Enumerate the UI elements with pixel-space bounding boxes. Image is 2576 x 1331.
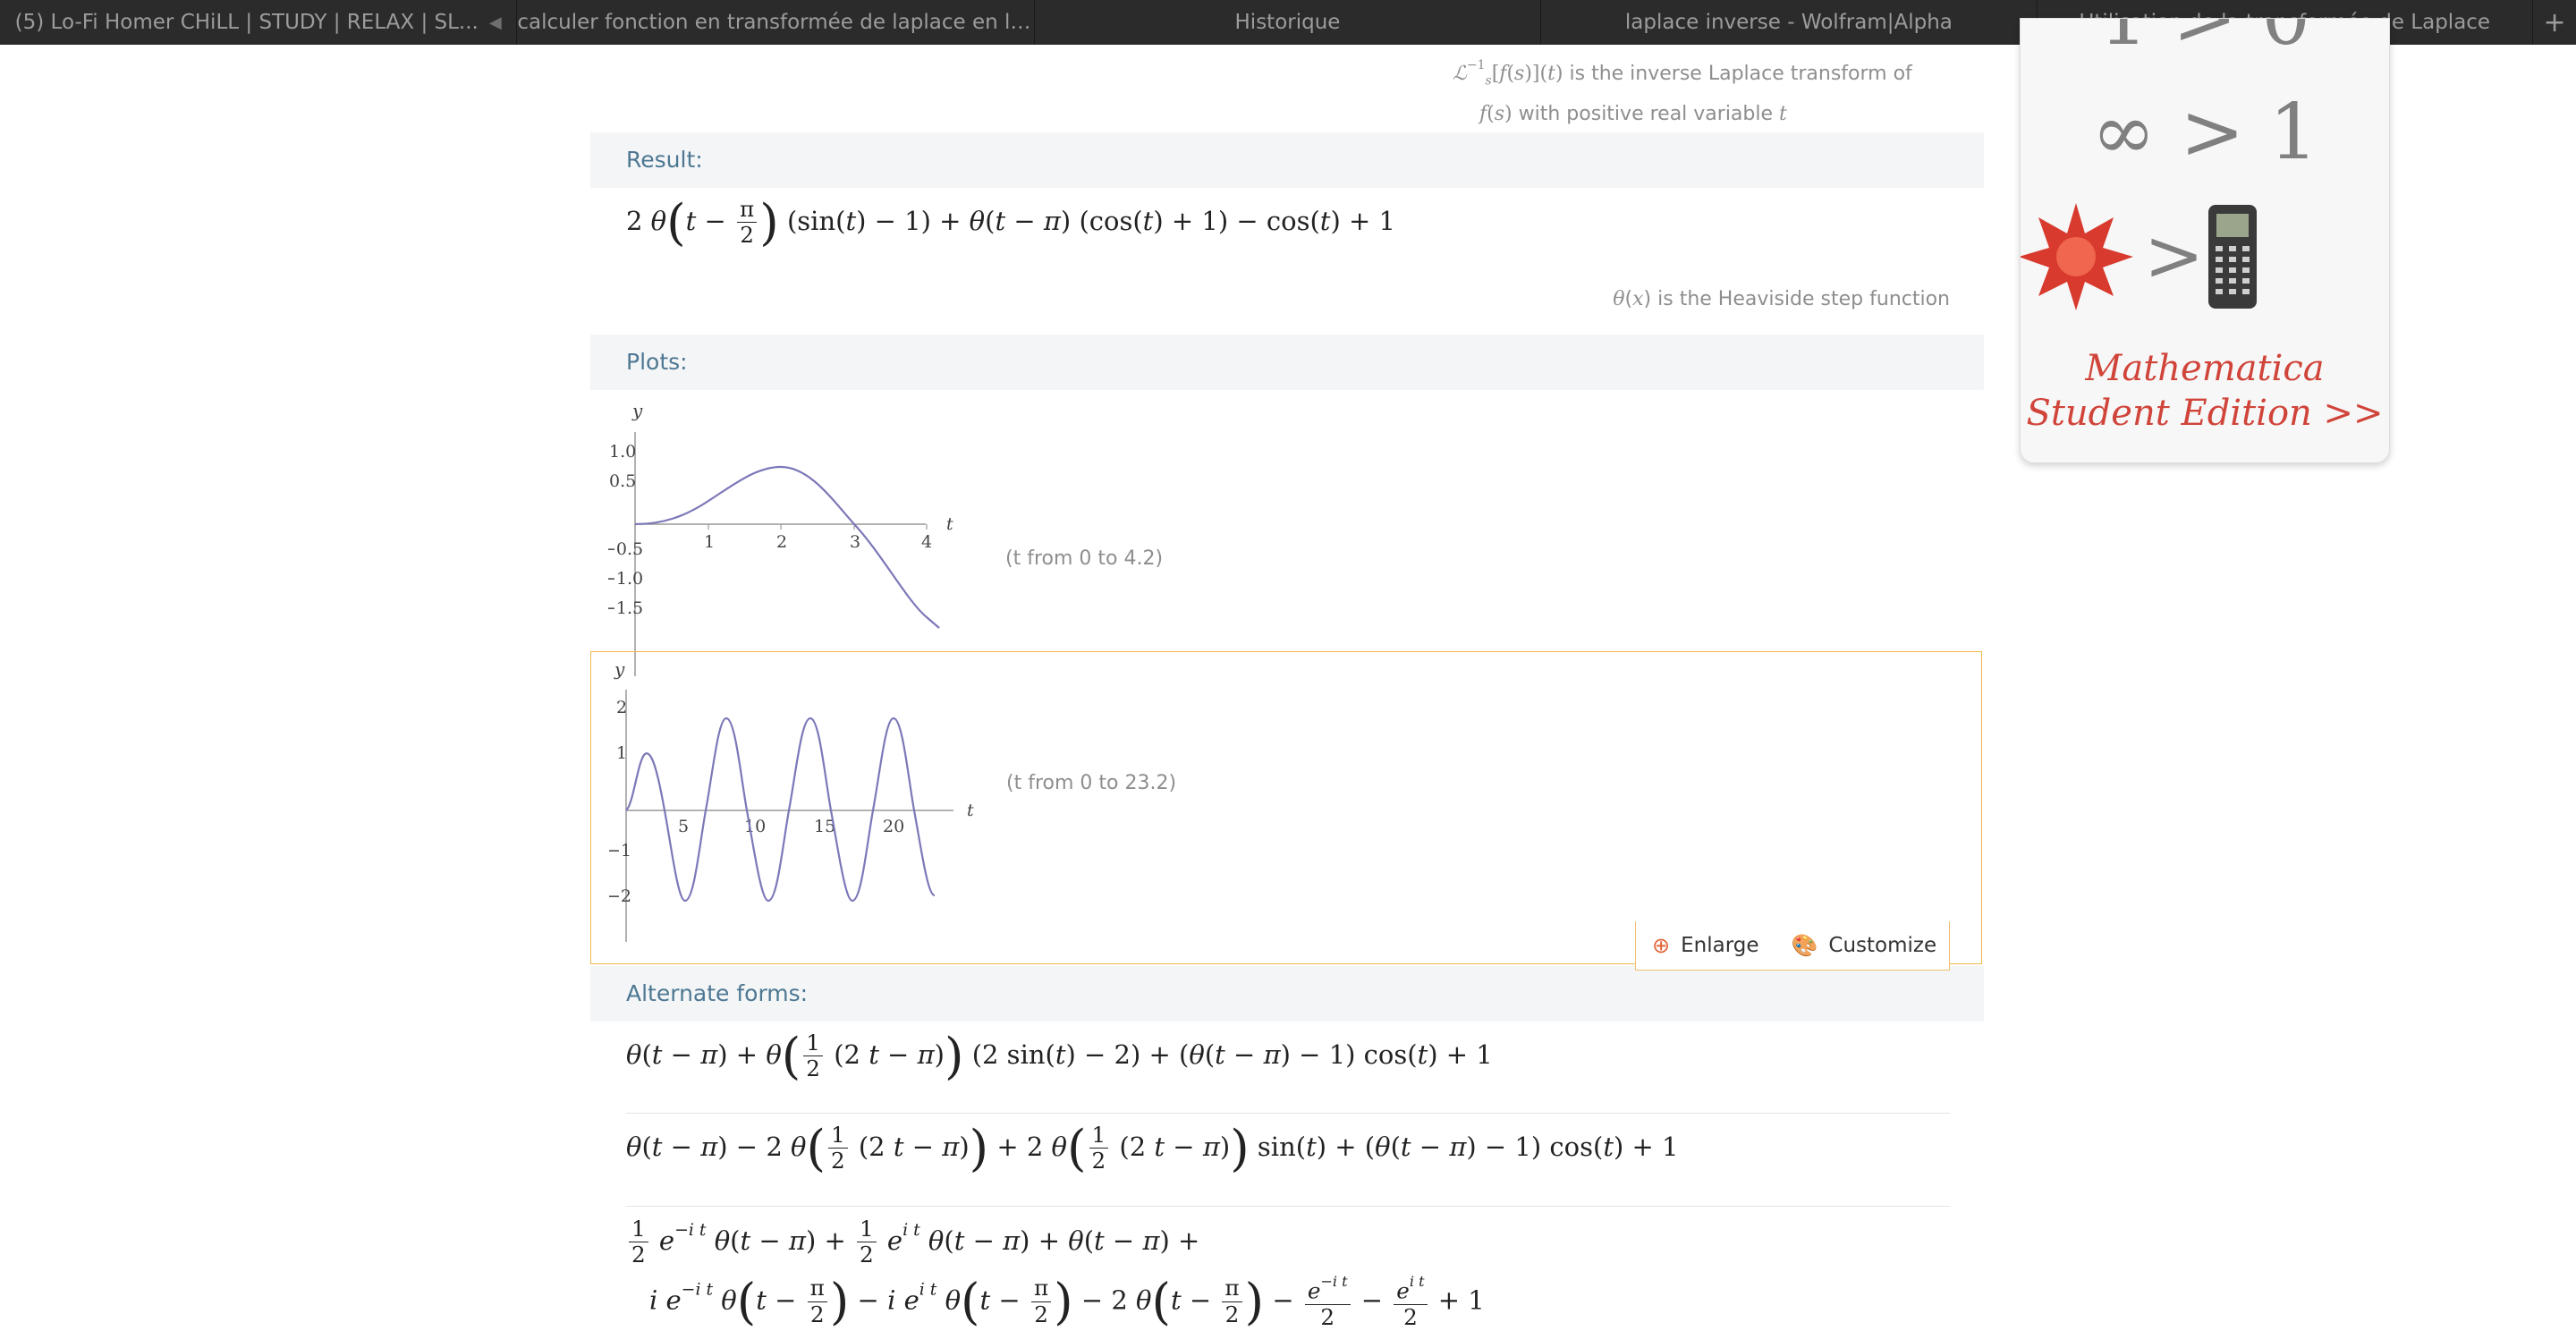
ad-line-1: 1 > 0: [2098, 18, 2311, 63]
plot-1-range: (t from 0 to 4.2): [1005, 547, 1164, 570]
alternate-forms-title: Alternate forms:: [626, 980, 809, 1006]
y-tick-label: −2: [609, 886, 631, 906]
ad-illustration: >: [2021, 203, 2257, 310]
tab-wolfram[interactable]: laplace inverse - Wolfram|Alpha: [1541, 0, 2038, 45]
y-tick-label: −1.5: [608, 598, 643, 618]
laplace-note: ℒ−1s[f(s)](t) is the inverse Laplace tra…: [1453, 58, 1912, 126]
plot-2[interactable]: y 1 2 −1 −2 5 10 15 20 t (t from 0 to 23…: [590, 651, 1982, 964]
y-tick-label: 1.0: [609, 442, 636, 462]
y-tick-label: −1: [609, 841, 631, 860]
alternate-forms-header: Alternate forms:: [590, 966, 1984, 1022]
new-tab-button[interactable]: +: [2533, 0, 2576, 45]
plot-1-chart: y 1.0 0.5 −0.5 −1.0 −1.5 1 2 3 4 t: [608, 400, 953, 676]
x-axis-label: t: [967, 801, 974, 820]
ad-title-line-1: Mathematica: [2085, 348, 2325, 389]
speaker-mute-icon[interactable]: ◀: [489, 13, 502, 32]
x-tick-label: 2: [776, 532, 787, 552]
x-tick-label: 20: [883, 817, 904, 836]
y-axis-label: y: [614, 658, 625, 680]
divider: [626, 1206, 1950, 1207]
mathematica-ad[interactable]: 1 > 0 ∞ > 1 > Mathematica Student Editio…: [2020, 18, 2390, 463]
laplace-note-line1: is the inverse Laplace transform of: [1569, 62, 1912, 85]
x-tick-label: 5: [678, 817, 689, 836]
greater-than-sign: >: [2144, 214, 2204, 297]
y-tick-label: 1: [616, 743, 627, 763]
enlarge-label: Enlarge: [1681, 934, 1759, 957]
tab-label: Historique: [1234, 11, 1341, 34]
alternate-form-3[interactable]: 12 e−i t θ(t − π) + 12 ei t θ(t − π) + θ…: [626, 1216, 1485, 1330]
tab-label: calculer fonction en transformée de lapl…: [517, 11, 1034, 34]
y-tick-label: 0.5: [609, 471, 636, 491]
laplace-note-line2: with positive real variable: [1518, 103, 1774, 126]
y-tick-label: −0.5: [608, 539, 643, 559]
results-column: ℒ−1s[f(s)](t) is the inverse Laplace tra…: [590, 45, 1984, 1331]
calculator-icon: [2208, 205, 2257, 309]
tab-calculer[interactable]: calculer fonction en transformée de lapl…: [517, 0, 1035, 45]
plots-title: Plots:: [626, 349, 688, 375]
y-tick-label: 2: [616, 698, 627, 717]
heaviside-note: θ(x) is the Heaviside step function: [1613, 288, 1950, 310]
mathematica-spikey-icon: [2021, 203, 2133, 310]
heaviside-note-text: is the Heaviside step function: [1657, 288, 1950, 310]
tab-label: laplace inverse - Wolfram|Alpha: [1624, 11, 1953, 34]
palette-icon: 🎨: [1791, 933, 1818, 958]
plot-2-range: (t from 0 to 23.2): [1006, 772, 1177, 794]
enlarge-button[interactable]: ⊕ Enlarge: [1636, 921, 1775, 970]
customize-label: Customize: [1828, 934, 1937, 957]
tab-label: (5) Lo-Fi Homer CHiLL | STUDY | RELAX | …: [14, 11, 479, 34]
alternate-form-1[interactable]: θ(t − π) + θ(1 2 (2 t − π)) (2 sin(t) − 2…: [626, 1030, 1493, 1082]
plot-1[interactable]: y 1.0 0.5 −0.5 −1.0 −1.5 1 2 3 4 t (t fr…: [590, 392, 1982, 696]
tab-historique[interactable]: Historique: [1035, 0, 1542, 45]
x-tick-label: 4: [921, 532, 932, 552]
plot-2-chart: y 1 2 −1 −2 5 10 15 20 t: [609, 658, 974, 942]
y-axis-label: y: [631, 400, 643, 421]
y-tick-label: −1.0: [608, 569, 643, 589]
tab-lofi[interactable]: (5) Lo-Fi Homer CHiLL | STUDY | RELAX | …: [0, 0, 518, 45]
result-title: Result:: [626, 147, 703, 173]
zoom-in-icon: ⊕: [1652, 933, 1671, 958]
alternate-form-2[interactable]: θ(t − π) − 2 θ(1 2 (2 t − π)) + 2 θ(1 2 (2…: [626, 1122, 1678, 1174]
plot-2-curve: [625, 716, 936, 903]
result-header: Result:: [590, 132, 1984, 188]
result-formula[interactable]: 2 θ(t − π 2) (sin(t) − 1) + θ(t − π) (cos…: [626, 196, 1395, 249]
x-tick-label: 1: [704, 532, 715, 552]
x-tick-label: 3: [850, 532, 860, 552]
plot-action-bar: ⊕ Enlarge 🎨 Customize: [1635, 921, 1950, 971]
customize-button[interactable]: 🎨 Customize: [1775, 921, 1953, 970]
x-tick-label: 10: [744, 817, 766, 836]
plots-header: Plots:: [590, 335, 1984, 390]
divider: [626, 1113, 1950, 1114]
x-axis-label: t: [946, 514, 953, 534]
ad-title-line-2: Student Edition >>: [2026, 393, 2384, 434]
ad-line-2: ∞ > 1: [2091, 88, 2318, 177]
